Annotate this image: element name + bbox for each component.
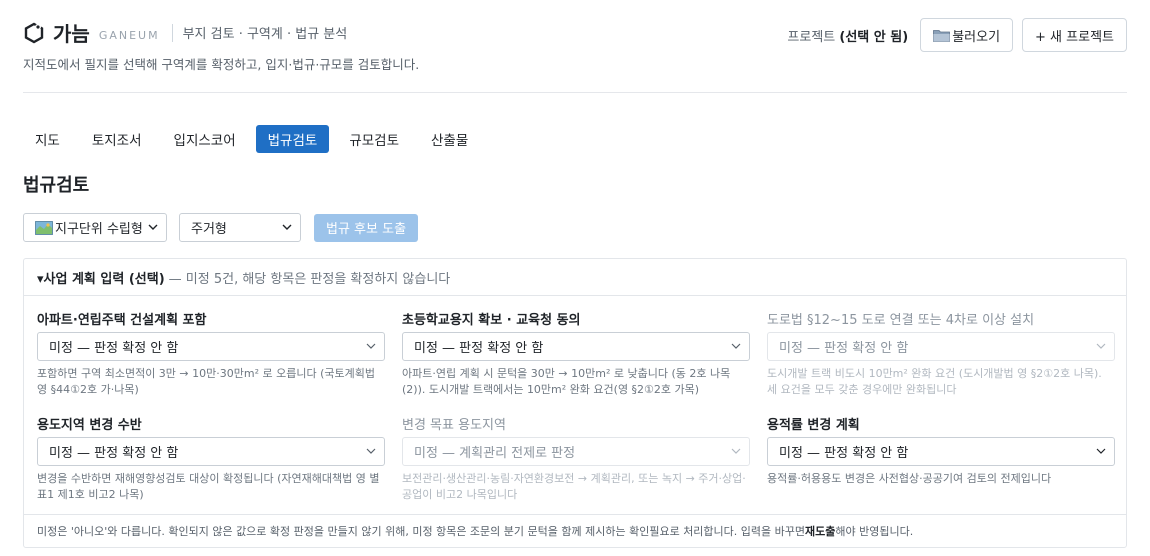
project-label: 프로젝트 [787,29,836,45]
field-label: 아파트·연립주택 건설계획 포함 [37,313,207,328]
field-apartment-plan: 아파트·연립주택 건설계획 포함 미정 — 판정 확정 안 함 포함하면 구역 … [37,309,385,414]
school-site-select[interactable]: 미정 — 판정 확정 안 함 [402,332,750,361]
tab-location-score[interactable]: 입지스코어 [162,125,248,153]
tab-regulation-review[interactable]: 법규검토 [255,125,330,153]
road-connection-select: 미정 — 판정 확정 안 함 [767,332,1115,361]
chevron-down-icon [366,448,376,454]
chevron-down-icon [731,343,741,349]
project-type-value: 지구단위 수립형 [55,222,143,237]
business-plan-panel: ▾사업 계획 입력 (선택) — 미정 5건, 해당 항목은 판정을 확정하지 … [23,258,1127,548]
tab-outputs[interactable]: 산출물 [419,125,480,153]
field-help: 포함하면 구역 최소면적이 3만 → 10만·30만m² 로 오릅니다 (국토계… [37,367,375,396]
panel-toggle: ▾사업 계획 입력 (선택) [37,268,165,287]
app-name: 가늠 [53,22,90,46]
folder-icon [933,29,951,42]
chevron-down-icon [731,448,741,454]
main-tabs: 지도 토지조서 입지스코어 법규검토 규모검토 산출물 [23,125,488,153]
tab-map[interactable]: 지도 [23,125,72,153]
load-project-label: 불러오기 [952,29,1001,45]
field-help: 용적률·허용용도 변경은 사전협상·공공기여 검토의 전제입니다 [767,472,1052,485]
field-far-change: 용적률 변경 계획 미정 — 판정 확정 안 함 용적률·허용용도 변경은 사전… [767,414,1115,519]
zoning-change-select[interactable]: 미정 — 판정 확정 안 함 [37,437,385,466]
panel-footer-note: 미정은 '아니오'와 다릅니다. 확인되지 않은 값으로 확정 판정을 만들지 … [24,514,1126,547]
footer-bold: 재도출 [805,525,836,538]
field-label: 용도지역 변경 수반 [37,418,142,433]
app-description: 부지 검토 · 구역계 · 법규 분석 [182,27,348,42]
header-rule [23,92,1127,93]
project-status: 프로젝트 (선택 안 됨) [787,26,908,45]
apartment-plan-select[interactable]: 미정 — 판정 확정 안 함 [37,332,385,361]
map-icon [35,221,53,235]
field-help: 보전관리·생산관리·농림·자연환경보전 → 계획관리, 또는 녹지 → 주거·상… [402,472,746,501]
brand: 가늠 GANEUM 부지 검토 · 구역계 · 법규 분석 [23,18,347,47]
field-help: 변경을 수반하면 재해영향성검토 대상이 확정됩니다 (자연재해대책법 영 별표… [37,472,380,501]
tab-scale-review[interactable]: 규모검토 [337,125,411,153]
select-value: 미정 — 판정 확정 안 함 [779,341,909,356]
field-school-site: 초등학교용지 확보 · 교육청 동의 미정 — 판정 확정 안 함 아파트·연립… [402,309,750,414]
use-type-select[interactable]: 주거형 [179,213,301,242]
panel-note: — 미정 5건, 해당 항목은 판정을 확정하지 않습니다 [168,271,451,287]
target-zoning-select: 미정 — 계획관리 전제로 판정 [402,437,750,466]
chevron-down-icon [282,224,292,230]
field-help: 도시개발 트랙 비도시 10만m² 완화 요건 (도시개발법 영 §2①2호 나… [767,367,1102,396]
section-title: 법규검토 [23,175,90,196]
logo-icon [24,22,44,43]
field-road-connection: 도로법 §12~15 도로 연결 또는 4차로 이상 설치 미정 — 판정 확정… [767,309,1115,414]
tab-land-survey[interactable]: 토지조서 [80,125,154,153]
app-name-sub: GANEUM [98,28,160,42]
far-change-select[interactable]: 미정 — 판정 확정 안 함 [767,437,1115,466]
project-controls: 프로젝트 (선택 안 됨) 불러오기 + 새 프로젝트 [787,18,1127,52]
use-type-value: 주거형 [191,222,227,237]
footer-prefix: 미정은 '아니오'와 다릅니다. 확인되지 않은 값으로 확정 판정을 만들지 … [37,525,806,538]
chevron-down-icon [366,343,376,349]
field-label: 용적률 변경 계획 [767,418,860,433]
filter-bar: 지구단위 수립형 주거형 법규 후보 도출 [23,213,419,242]
field-zoning-change: 용도지역 변경 수반 미정 — 판정 확정 안 함 변경을 수반하면 재해영향성… [37,414,385,519]
footer-suffix: 해야 반영됩니다. [835,525,914,538]
header-divider [171,23,173,42]
panel-title: 사업 계획 입력 (선택) [43,271,165,287]
field-label: 변경 목표 용도지역 [402,418,506,433]
load-project-button[interactable]: 불러오기 [920,18,1014,52]
chevron-down-icon [1096,448,1106,454]
select-value: 미정 — 계획관리 전제로 판정 [414,446,576,461]
derive-regulations-button[interactable]: 법규 후보 도출 [314,213,419,242]
project-type-select[interactable]: 지구단위 수립형 [23,213,167,242]
field-help: 아파트·연립 계획 시 문턱을 30만 → 10만m² 로 낮춥니다 (동 2호… [402,367,731,396]
app-header: 가늠 GANEUM 부지 검토 · 구역계 · 법규 분석 지적도에서 필지를 … [23,16,1127,76]
field-label: 초등학교용지 확보 · 교육청 동의 [402,313,581,328]
page-subtitle: 지적도에서 필지를 선택해 구역계를 확정하고, 입지·법규·규모를 검토합니다… [23,57,420,72]
plan-fields: 아파트·연립주택 건설계획 포함 미정 — 판정 확정 안 함 포함하면 구역 … [37,309,1115,519]
select-value: 미정 — 판정 확정 안 함 [779,446,909,461]
new-project-label: + 새 프로젝트 [1035,29,1114,45]
field-target-zoning: 변경 목표 용도지역 미정 — 계획관리 전제로 판정 보전관리·생산관리·농림… [402,414,750,519]
select-value: 미정 — 판정 확정 안 함 [49,341,179,356]
new-project-button[interactable]: + 새 프로젝트 [1022,18,1127,52]
chevron-down-icon [1096,343,1106,349]
project-type-value-wrap: 지구단위 수립형 [35,218,143,237]
field-label: 도로법 §12~15 도로 연결 또는 4차로 이상 설치 [767,313,1035,328]
chevron-down-icon [148,224,158,230]
panel-header[interactable]: ▾사업 계획 입력 (선택) — 미정 5건, 해당 항목은 판정을 확정하지 … [24,259,1126,296]
project-value: (선택 안 됨) [839,29,909,45]
select-value: 미정 — 판정 확정 안 함 [414,341,544,356]
select-value: 미정 — 판정 확정 안 함 [49,446,179,461]
